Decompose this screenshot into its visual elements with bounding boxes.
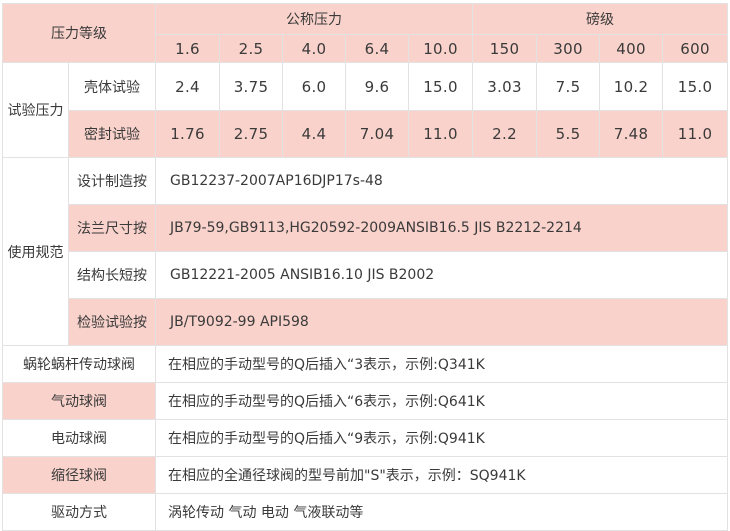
shell-test-value: 7.5 [536, 62, 601, 111]
pound-class-header: 磅级 [472, 3, 729, 35]
shell-test-value: 15.0 [407, 62, 474, 111]
pneumatic-valve-label: 气动球阀 [2, 382, 156, 420]
pound-value-cell: 600 [662, 34, 729, 63]
nominal-value-cell: 6.4 [345, 34, 409, 63]
nominal-value-cell: 2.5 [219, 34, 283, 63]
seal-test-value: 11.0 [407, 110, 474, 158]
pound-value-cell: 400 [599, 34, 664, 63]
shell-test-value: 9.6 [345, 62, 409, 111]
flange-standard-value: JB79-59,GB9113,HG20592-2009ANSIB16.5 JIS… [154, 204, 729, 252]
seal-test-value: 1.76 [155, 110, 220, 158]
design-standard-label: 设计制造按 [68, 157, 156, 205]
test-pressure-label: 试验压力 [2, 62, 69, 158]
reduced-bore-valve-label: 缩径球阀 [2, 456, 156, 494]
nominal-pressure-header: 公称压力 [154, 3, 474, 35]
reduced-bore-valve-value: 在相应的全通径球阀的型号前加"S"表示，示例：SQ941K [154, 456, 729, 494]
electric-valve-label: 电动球阀 [2, 419, 156, 457]
nominal-value-cell: 1.6 [155, 34, 220, 63]
flange-standard-label: 法兰尺寸按 [68, 204, 156, 252]
seal-test-value: 11.0 [662, 110, 729, 158]
pressure-grade-header: 压力等级 [2, 3, 156, 63]
inspection-standard-label: 检验试验按 [68, 298, 156, 346]
seal-test-value: 7.48 [599, 110, 664, 158]
worm-gear-valve-label: 蜗轮蜗杆传动球阀 [2, 345, 156, 383]
design-standard-value: GB12237-2007AP16DJP17s-48 [154, 157, 729, 205]
seal-test-label: 密封试验 [68, 110, 156, 158]
valve-spec-table: 压力等级 公称压力 磅级 1.6 2.5 4.0 6.4 10.0 150 30… [2, 3, 729, 531]
nominal-value-cell: 4.0 [282, 34, 346, 63]
seal-test-value: 5.5 [536, 110, 601, 158]
shell-test-value: 3.03 [472, 62, 538, 111]
seal-test-value: 2.75 [219, 110, 283, 158]
inspection-standard-value: JB/T9092-99 API598 [154, 298, 729, 346]
shell-test-label: 壳体试验 [68, 62, 156, 111]
drive-mode-value: 涡轮传动 气动 电动 气液联动等 [154, 493, 729, 531]
pound-value-cell: 150 [472, 34, 538, 63]
pound-value-cell: 300 [536, 34, 601, 63]
shell-test-value: 3.75 [219, 62, 283, 111]
usage-spec-label: 使用规范 [2, 157, 69, 346]
length-standard-label: 结构长短按 [68, 251, 156, 299]
nominal-value-cell: 10.0 [407, 34, 474, 63]
seal-test-value: 7.04 [345, 110, 409, 158]
drive-mode-label: 驱动方式 [2, 493, 156, 531]
shell-test-value: 2.4 [155, 62, 220, 111]
seal-test-value: 4.4 [282, 110, 346, 158]
seal-test-value: 2.2 [472, 110, 538, 158]
worm-gear-valve-value: 在相应的手动型号的Q后插入“3表示，示例:Q341K [154, 345, 729, 383]
shell-test-value: 10.2 [599, 62, 664, 111]
pneumatic-valve-value: 在相应的手动型号的Q后插入“6表示，示例:Q641K [154, 382, 729, 420]
electric-valve-value: 在相应的手动型号的Q后插入“9表示，示例:Q941K [154, 419, 729, 457]
shell-test-value: 6.0 [282, 62, 346, 111]
length-standard-value: GB12221-2005 ANSIB16.10 JIS B2002 [154, 251, 729, 299]
shell-test-value: 15.0 [662, 62, 729, 111]
